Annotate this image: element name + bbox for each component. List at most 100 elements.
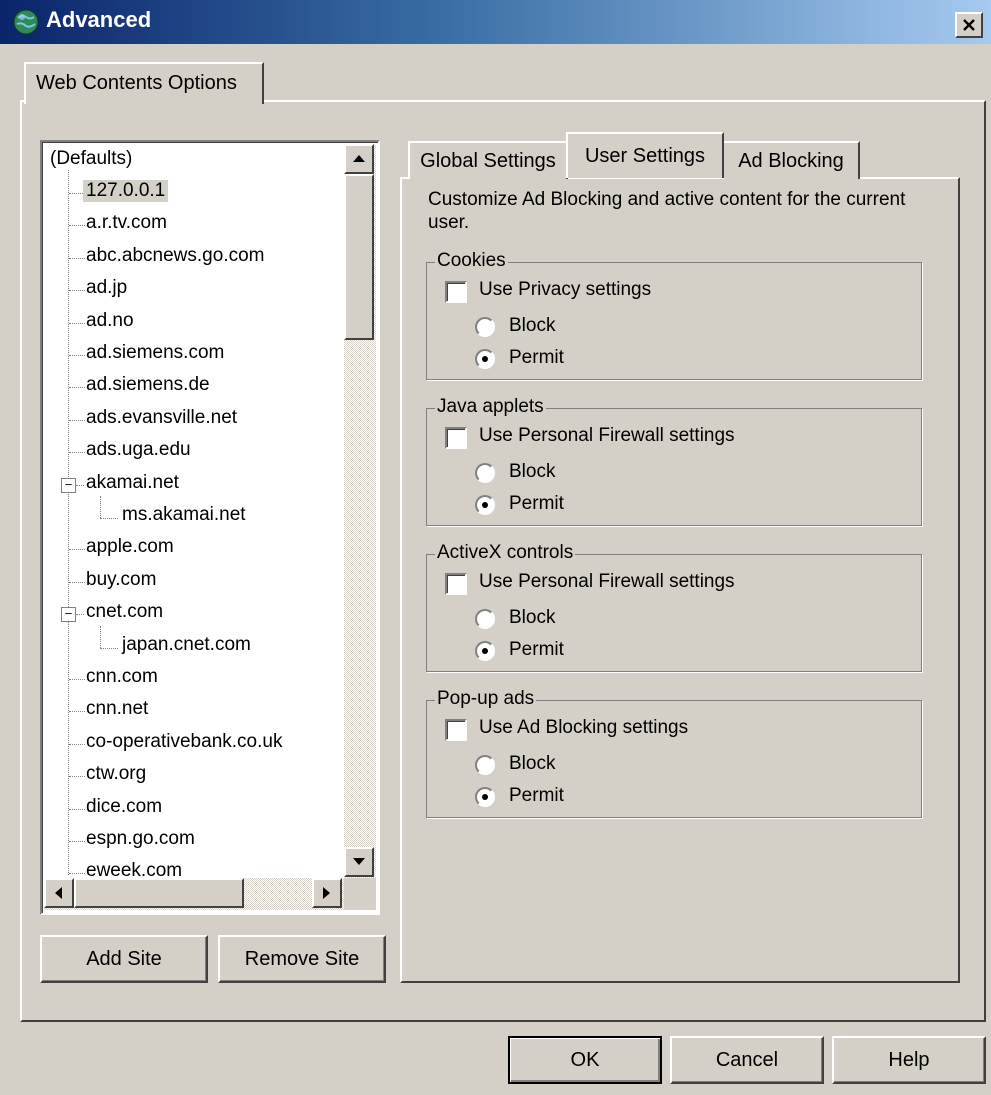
tree-connector bbox=[69, 549, 85, 551]
tree-connector bbox=[69, 290, 85, 292]
tree-item[interactable]: apple.com bbox=[86, 536, 174, 558]
tab-user-settings[interactable]: User Settings bbox=[566, 132, 724, 178]
scroll-down-button[interactable] bbox=[344, 847, 374, 877]
tree-vertical-scrollbar[interactable] bbox=[344, 144, 376, 879]
tree-item[interactable]: ms.akamai.net bbox=[122, 504, 246, 526]
permit-radio[interactable] bbox=[475, 495, 495, 515]
radio-selected-dot bbox=[482, 356, 488, 362]
scrollbar-corner bbox=[344, 878, 376, 910]
tree-connector bbox=[69, 581, 85, 583]
tree-connector bbox=[100, 625, 101, 648]
tree-horizontal-scrollbar[interactable] bbox=[44, 878, 344, 910]
block-label: Block bbox=[509, 607, 556, 628]
remove-site-button[interactable]: Remove Site bbox=[218, 935, 386, 983]
permit-radio[interactable] bbox=[475, 349, 495, 369]
tree-connector bbox=[69, 322, 85, 324]
group-box: Java applets Use Personal Firewall settin… bbox=[426, 396, 922, 526]
block-radio[interactable] bbox=[475, 463, 495, 483]
tab-ad-blocking[interactable]: Ad Blocking bbox=[722, 141, 860, 179]
tree-item[interactable]: cnet.com bbox=[86, 601, 163, 623]
tree-item[interactable]: ad.siemens.de bbox=[86, 374, 210, 396]
tree-item[interactable]: cnn.net bbox=[86, 698, 148, 720]
close-button[interactable] bbox=[955, 12, 983, 38]
arrow-up-icon bbox=[353, 155, 365, 162]
radio-selected-dot bbox=[482, 794, 488, 800]
help-button[interactable]: Help bbox=[832, 1036, 986, 1084]
tree-item[interactable]: ctw.org bbox=[86, 763, 146, 785]
tree-connector bbox=[69, 355, 85, 356]
collapse-icon[interactable]: − bbox=[61, 477, 76, 493]
tree-item[interactable]: ad.siemens.com bbox=[86, 342, 224, 364]
globe-icon bbox=[12, 8, 40, 36]
tree-item[interactable]: ads.evansville.net bbox=[86, 407, 237, 429]
block-radio[interactable] bbox=[475, 609, 495, 629]
cancel-button[interactable]: Cancel bbox=[670, 1036, 824, 1084]
tree-item[interactable]: co-operativebank.co.uk bbox=[86, 731, 282, 753]
tab-global-settings[interactable]: Global Settings bbox=[408, 141, 568, 179]
vertical-scroll-thumb[interactable] bbox=[344, 174, 374, 340]
tree-connector bbox=[69, 841, 85, 842]
tree-item[interactable]: espn.go.com bbox=[86, 828, 195, 850]
group-box: Cookies Use Privacy settings Block Permit bbox=[426, 250, 922, 380]
tree-connector bbox=[100, 496, 101, 518]
tree-item[interactable]: ad.jp bbox=[86, 277, 127, 299]
tree-root-item[interactable]: (Defaults) bbox=[50, 148, 132, 170]
tree-connector bbox=[69, 257, 85, 259]
tree-item[interactable]: ad.no bbox=[86, 310, 134, 332]
horizontal-scroll-thumb[interactable] bbox=[74, 878, 244, 908]
tree-item[interactable]: cnn.com bbox=[86, 666, 158, 688]
tree-line bbox=[68, 170, 69, 875]
add-site-button[interactable]: Add Site bbox=[40, 935, 208, 983]
site-tree[interactable]: (Defaults) 127.0.0.1 a.r.tv.com abc.abcnew… bbox=[40, 140, 380, 915]
permit-label: Permit bbox=[509, 347, 564, 368]
block-label: Block bbox=[509, 315, 556, 336]
block-label: Block bbox=[509, 753, 556, 774]
checkbox-label: Use Personal Firewall settings bbox=[479, 571, 735, 592]
close-icon bbox=[963, 19, 975, 31]
use-settings-checkbox[interactable] bbox=[445, 281, 467, 303]
checkbox-label: Use Privacy settings bbox=[479, 279, 652, 300]
permit-radio[interactable] bbox=[475, 787, 495, 807]
scroll-up-button[interactable] bbox=[344, 144, 374, 174]
tree-connector bbox=[76, 614, 84, 616]
arrow-right-icon bbox=[323, 887, 330, 899]
window-title: Advanced bbox=[46, 7, 152, 32]
use-settings-checkbox[interactable] bbox=[445, 719, 467, 741]
tree-item[interactable]: ads.uga.edu bbox=[86, 439, 191, 461]
tree-item[interactable]: a.r.tv.com bbox=[86, 212, 167, 234]
block-label: Block bbox=[509, 461, 556, 482]
ok-button[interactable]: OK bbox=[508, 1036, 662, 1084]
permit-label: Permit bbox=[509, 785, 564, 806]
use-settings-checkbox[interactable] bbox=[445, 573, 467, 595]
permit-label: Permit bbox=[509, 493, 564, 514]
tree-item[interactable]: japan.cnet.com bbox=[122, 634, 251, 656]
tree-connector bbox=[69, 225, 85, 227]
group-title: Cookies bbox=[435, 250, 508, 272]
radio-selected-dot bbox=[482, 502, 488, 508]
tree-connector bbox=[76, 484, 84, 486]
tree-connector bbox=[69, 776, 85, 778]
tree-item[interactable]: dice.com bbox=[86, 796, 162, 818]
arrow-left-icon bbox=[55, 887, 62, 899]
arrow-down-icon bbox=[353, 858, 365, 865]
block-radio[interactable] bbox=[475, 317, 495, 337]
tree-connector bbox=[69, 808, 85, 810]
tab-web-contents-options[interactable]: Web Contents Options bbox=[24, 62, 264, 104]
tree-item[interactable]: 127.0.0.1 bbox=[83, 180, 169, 202]
tree-item[interactable]: akamai.net bbox=[86, 472, 179, 494]
collapse-icon[interactable]: − bbox=[61, 607, 76, 623]
scroll-left-button[interactable] bbox=[44, 878, 74, 908]
checkbox-label: Use Ad Blocking settings bbox=[479, 717, 689, 738]
permit-radio[interactable] bbox=[475, 641, 495, 661]
scroll-right-button[interactable] bbox=[312, 878, 342, 908]
tree-connector bbox=[69, 711, 85, 713]
permit-label: Permit bbox=[509, 639, 564, 660]
tree-connector bbox=[69, 743, 85, 745]
tree-connector bbox=[69, 679, 85, 680]
tree-item[interactable]: buy.com bbox=[86, 569, 156, 591]
use-settings-checkbox[interactable] bbox=[445, 427, 467, 449]
group-box: Pop-up ads Use Ad Blocking settings Block P… bbox=[426, 688, 922, 818]
tree-connector bbox=[69, 387, 85, 389]
block-radio[interactable] bbox=[475, 755, 495, 775]
tree-item[interactable]: abc.abcnews.go.com bbox=[86, 245, 265, 267]
